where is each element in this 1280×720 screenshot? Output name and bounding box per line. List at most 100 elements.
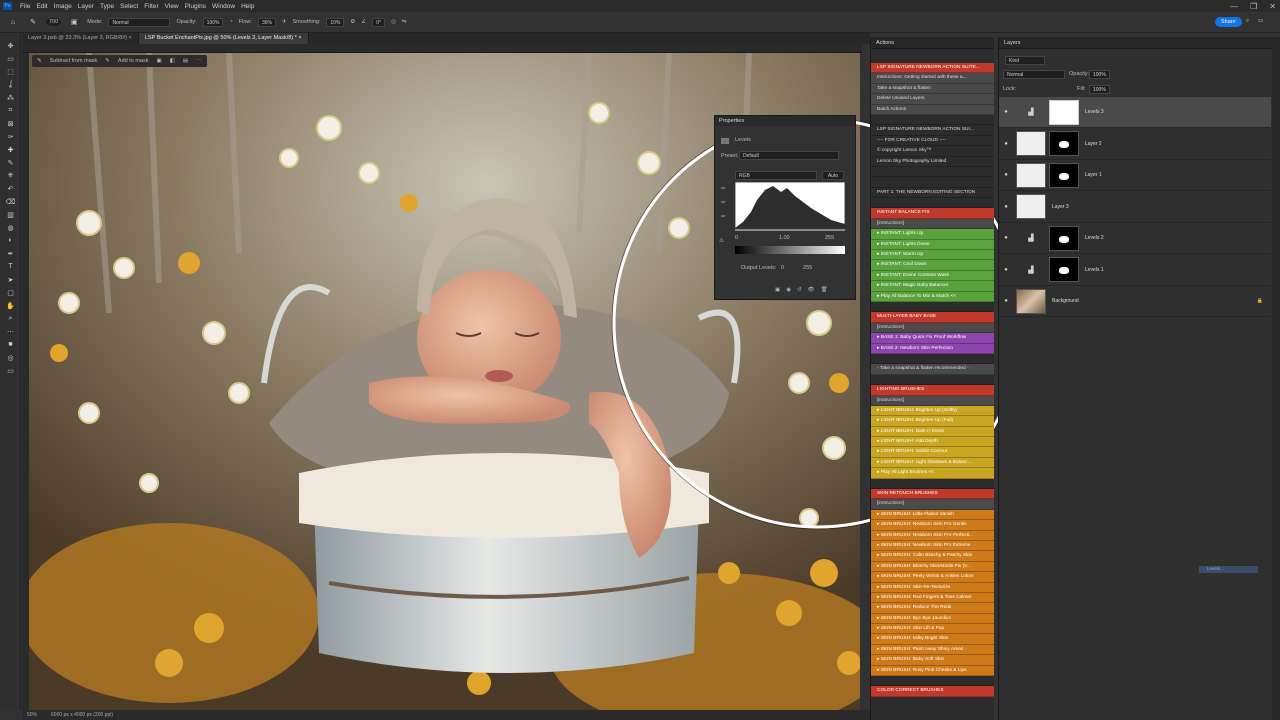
- menu-type[interactable]: Type: [97, 3, 117, 10]
- action-item[interactable]: - Take a snapshot & flatten recommended …: [871, 364, 994, 375]
- frame-tool-icon[interactable]: ⊠: [0, 117, 21, 130]
- layer-thumbnail[interactable]: [1016, 194, 1046, 219]
- invert-mask-icon[interactable]: ◧: [170, 58, 175, 64]
- zoom-tool-icon[interactable]: ⌕: [0, 312, 21, 325]
- action-item[interactable]: © copyright Lemon Sky™: [871, 146, 994, 157]
- action-item[interactable]: ▸ SKIN BRUSH: Skin Re-Texturize: [871, 582, 994, 593]
- action-item[interactable]: SKIN RETOUCH BRUSHES: [871, 489, 994, 500]
- gradient-tool-icon[interactable]: ▥: [0, 208, 21, 221]
- action-item[interactable]: ▸ SKIN BRUSH: Rosy Pink Cheeks & Lips: [871, 665, 994, 677]
- brush-size[interactable]: 700: [46, 18, 62, 26]
- action-item[interactable]: [871, 374, 994, 386]
- layer-thumbnail[interactable]: [1016, 288, 1046, 314]
- action-item[interactable]: ▸ INSTANT: Divine Contrast Wash: [871, 270, 994, 282]
- action-item[interactable]: ▸ LIGHT BRUSH: Add Depth: [871, 437, 994, 448]
- angle-field[interactable]: 0°: [372, 17, 386, 27]
- layer-thumbnail[interactable]: [1016, 162, 1046, 188]
- input-black-field[interactable]: 0: [735, 235, 738, 241]
- levels-adjustment-icon[interactable]: ▟: [1016, 100, 1046, 125]
- action-item[interactable]: ▸ LIGHT BRUSH: Light Shadows & Balanc...: [871, 457, 994, 469]
- action-item[interactable]: ▸ SKIN BRUSH: Little Flakes Vanish: [871, 509, 994, 521]
- clipping-warning-icon[interactable]: ⚠: [719, 238, 724, 244]
- brush-tool-icon[interactable]: ✎: [26, 16, 40, 29]
- layer-mask-thumbnail[interactable]: [1049, 225, 1079, 251]
- action-item[interactable]: ---- FOR CREATIVE CLOUD ----: [871, 135, 994, 147]
- input-white-field[interactable]: 255: [825, 235, 834, 241]
- output-gradient[interactable]: [735, 246, 845, 254]
- visibility-eye-icon[interactable]: ●: [999, 267, 1013, 273]
- crop-tool-icon[interactable]: ⌗: [0, 104, 21, 117]
- action-item[interactable]: ▸ INSTANT: Lights Down: [871, 239, 994, 251]
- action-item[interactable]: ▸ INSTANT: Magic Baby Balancer: [871, 281, 994, 292]
- visibility-eye-icon[interactable]: ●: [999, 109, 1013, 115]
- action-item[interactable]: ▸ SKIN BRUSH: Reduce The Reds: [871, 603, 994, 614]
- action-item[interactable]: LSP SIGNATURE NEWBORN ACTION SUITE...: [871, 63, 994, 74]
- menu-window[interactable]: Window: [209, 3, 238, 10]
- layer-row[interactable]: ● ▟ Levels 3: [999, 97, 1271, 128]
- menu-filter[interactable]: Filter: [141, 3, 161, 10]
- quick-select-tool-icon[interactable]: ⁂: [0, 91, 21, 104]
- view-previous-icon[interactable]: ◉: [786, 287, 791, 293]
- move-tool-icon[interactable]: ✥: [0, 39, 21, 52]
- action-item[interactable]: ▸ BASE 2: Newborn Skin Perfection: [871, 343, 994, 354]
- brush-tool-icon[interactable]: ✎: [0, 156, 21, 169]
- blend-mode-select[interactable]: Normal: [1003, 70, 1065, 79]
- action-item[interactable]: ▸ SKIN BRUSH: Paint Away Shiny Areas: [871, 644, 994, 656]
- layer-row[interactable]: ● Layer 2: [999, 129, 1271, 160]
- layer-opacity-field[interactable]: 100%: [1089, 70, 1110, 79]
- action-item[interactable]: [871, 676, 994, 687]
- output-black-field[interactable]: 0: [781, 265, 784, 271]
- visibility-eye-icon[interactable]: ●: [999, 172, 1013, 178]
- menu-select[interactable]: Select: [117, 3, 141, 10]
- layer-row[interactable]: ● Background 🔒: [999, 286, 1271, 317]
- action-item[interactable]: [instructions]: [871, 218, 994, 230]
- action-item[interactable]: ▸ SKIN BRUSH: Bye Bye Jaundice: [871, 613, 994, 625]
- action-item[interactable]: ▸ SKIN BRUSH: Milky Bright Skin: [871, 634, 994, 645]
- visibility-eye-icon[interactable]: ●: [999, 204, 1013, 210]
- action-item[interactable]: ▸ LIGHT BRUSH: Brighten Up (Full): [871, 416, 994, 427]
- airbrush-icon[interactable]: ✈: [282, 19, 287, 25]
- visibility-icon[interactable]: 👁: [808, 287, 815, 293]
- eyedropper-black-icon[interactable]: ✑: [721, 186, 726, 192]
- tab-layer3-psb[interactable]: Layer 3.psb @ 33.3% (Layer 3, RGB/8#) ×: [22, 33, 139, 44]
- action-item[interactable]: [instructions]: [871, 322, 994, 334]
- symmetry-icon[interactable]: ⇋: [402, 19, 407, 25]
- action-item[interactable]: ▸ SKIN BRUSH: Newborn Skin Pro Perfecti.…: [871, 530, 994, 541]
- smoothing-gear-icon[interactable]: ⚙: [350, 19, 355, 25]
- action-item[interactable]: ▸ LIGHT BRUSH: Dark n' Down: [871, 426, 994, 438]
- action-item[interactable]: PART 1: THE NEWBORN EDITING SECTION: [871, 187, 994, 199]
- visibility-eye-icon[interactable]: ●: [999, 235, 1013, 241]
- action-item[interactable]: [871, 478, 994, 490]
- action-item[interactable]: [instructions]: [871, 499, 994, 510]
- auto-button[interactable]: Auto: [822, 171, 844, 180]
- action-item[interactable]: [871, 198, 994, 209]
- menu-view[interactable]: View: [162, 3, 182, 10]
- layer-mask-thumbnail[interactable]: [1049, 99, 1079, 125]
- flow-field[interactable]: 36%: [257, 17, 276, 27]
- action-item[interactable]: MULTI-LAYER BABY BASE: [871, 312, 994, 323]
- quick-mask-tool-icon[interactable]: ◎: [0, 351, 21, 364]
- share-button[interactable]: Share: [1215, 17, 1242, 27]
- action-item[interactable]: ▸ Play All Light Brushes <<: [871, 468, 994, 479]
- menu-plugins[interactable]: Plugins: [182, 3, 209, 10]
- action-item[interactable]: ▸ SKIN BRUSH: Baby Soft Skin: [871, 655, 994, 666]
- visibility-eye-icon[interactable]: ●: [999, 298, 1013, 304]
- action-item[interactable]: [871, 166, 994, 178]
- layer-mask-thumbnail[interactable]: [1049, 131, 1079, 156]
- marquee-tool-icon[interactable]: ⬚: [0, 65, 21, 78]
- action-item[interactable]: Batch Actions: [871, 104, 994, 115]
- tab-close-icon[interactable]: ×: [298, 35, 301, 41]
- clone-stamp-tool-icon[interactable]: ⎈: [0, 169, 21, 182]
- action-item[interactable]: ▸ SKIN BRUSH: Newborn Skin Pro Gentle: [871, 520, 994, 531]
- levels-adjustment-icon[interactable]: ▟: [1016, 257, 1046, 282]
- workspace-icon[interactable]: ▭: [1258, 18, 1263, 24]
- action-item[interactable]: LSP SIGNATURE NEWBORN ACTION SUI...: [871, 125, 994, 136]
- zoom-level[interactable]: 50%: [27, 712, 37, 718]
- more-icon[interactable]: ⋯: [196, 58, 202, 64]
- output-white-field[interactable]: 255: [803, 265, 812, 271]
- layer-row[interactable]: ● Layer 3: [999, 192, 1271, 223]
- maximize-icon[interactable]: ❐: [1250, 2, 1257, 11]
- input-slider[interactable]: [735, 229, 845, 231]
- layer-row[interactable]: ● ▟ Levels 2: [999, 223, 1271, 254]
- menu-image[interactable]: Image: [51, 3, 75, 10]
